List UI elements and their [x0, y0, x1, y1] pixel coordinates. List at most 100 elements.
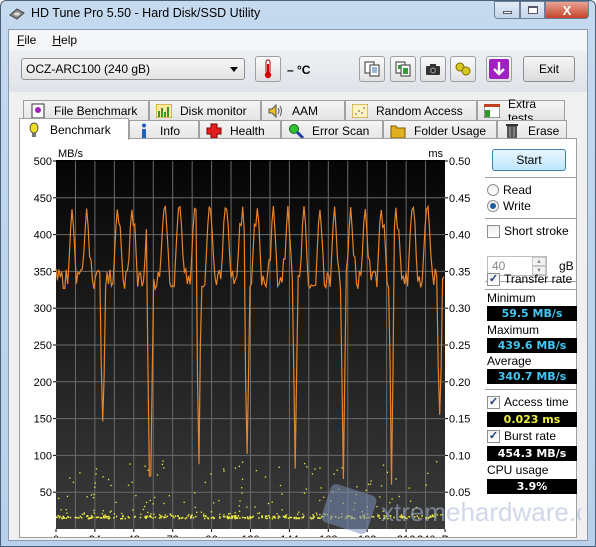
menu-bar: File Help [9, 30, 587, 50]
start-button[interactable]: Start [492, 149, 566, 171]
toolbar: OCZ-ARC100 (240 gB) – °C Exit [9, 50, 587, 92]
access-time-point [380, 485, 383, 487]
access-time-point [92, 516, 94, 519]
access-time-point [170, 515, 173, 517]
access-time-point [147, 469, 149, 471]
tab-disk-monitor[interactable]: Disk monitor [149, 100, 261, 120]
access-time-point [427, 517, 430, 519]
access-time-check-indicator[interactable]: ✓ [487, 395, 500, 409]
client-area: File Help OCZ-ARC100 (240 gB) – °C Exit … [8, 29, 588, 541]
access-time-point [371, 515, 373, 518]
access-time-point [90, 515, 93, 517]
access-time-point [115, 515, 118, 518]
tab-aam[interactable]: AAM [261, 100, 345, 120]
radio-write[interactable]: Write [487, 199, 531, 213]
access-time-point [393, 516, 395, 519]
tab-info[interactable]: Info [129, 120, 199, 140]
y2-tick-label: 0.45 [449, 193, 470, 205]
benchmark-panel: MB/s ms 500 450 400 350 300 250 200 150 100 50 0.50 0… [19, 138, 577, 538]
access-time-point [427, 472, 429, 475]
access-time-point [241, 516, 244, 519]
tab-file-benchmark[interactable]: File Benchmark [23, 100, 149, 120]
copy-screenshot-button[interactable] [390, 56, 416, 82]
speaker-icon [268, 103, 284, 119]
minimize-icon [502, 10, 512, 14]
tab-benchmark[interactable]: Benchmark [19, 118, 129, 140]
short-stroke-checkbox[interactable]: Short stroke [487, 224, 569, 238]
burst-rate-checkbox[interactable]: ✓ Burst rate [487, 429, 556, 443]
menu-file[interactable]: File [9, 33, 44, 47]
access-time-label: Access time [504, 395, 569, 409]
access-time-point [258, 512, 261, 514]
tab-health[interactable]: Health [199, 120, 281, 140]
tab-error-scan-label: Error Scan [312, 123, 370, 138]
x-tick-label: 48 [128, 534, 140, 537]
copy-text-button[interactable] [359, 56, 385, 82]
transfer-rate-check-indicator[interactable]: ✓ [487, 272, 500, 286]
access-time-point [431, 514, 433, 516]
title-bar[interactable]: HD Tune Pro 5.50 - Hard Disk/SSD Utility… [1, 1, 595, 27]
tab-erase[interactable]: Erase [497, 120, 567, 140]
minimize-button[interactable] [494, 1, 520, 19]
tab-health-label: Health [230, 123, 265, 138]
access-time-point [278, 466, 280, 468]
close-button[interactable]: X [545, 1, 589, 19]
access-time-point [104, 514, 106, 516]
access-time-point [188, 513, 190, 516]
access-time-point [273, 515, 275, 518]
access-time-point [239, 500, 241, 502]
access-time-point [180, 517, 183, 519]
drive-select[interactable]: OCZ-ARC100 (240 gB) [21, 58, 245, 80]
save-button[interactable] [486, 56, 512, 82]
temperature-readout: – °C [287, 63, 311, 77]
access-time-point [282, 515, 285, 518]
tab-folder-usage[interactable]: Folder Usage [383, 120, 497, 140]
access-time-point [298, 511, 300, 513]
folder-icon [390, 123, 406, 139]
drive-select-value: OCZ-ARC100 (240 gB) [26, 62, 151, 76]
access-time-point [389, 515, 392, 517]
access-time-point [239, 517, 241, 519]
burst-rate-value: 454.3 MB/s [487, 446, 577, 461]
exit-button[interactable]: Exit [523, 56, 575, 82]
access-time-point [110, 484, 112, 487]
access-time-point [306, 466, 308, 468]
access-time-point [349, 515, 351, 517]
access-time-point [79, 472, 81, 474]
access-time-point [158, 517, 161, 519]
access-time-point [387, 517, 389, 520]
tab-random-access[interactable]: Random Access [345, 100, 477, 120]
maximize-button[interactable] [520, 1, 545, 19]
access-time-point [204, 481, 207, 484]
access-time-point [342, 502, 344, 504]
transfer-rate-checkbox[interactable]: ✓ Transfer rate [487, 272, 572, 286]
y-tick-label: 400 [34, 230, 52, 242]
access-time-point [67, 516, 69, 518]
menu-help[interactable]: Help [44, 33, 85, 47]
access-time-point [193, 492, 196, 494]
access-time-point [210, 511, 213, 513]
access-time-point [196, 511, 198, 513]
burst-rate-check-indicator[interactable]: ✓ [487, 429, 500, 443]
access-time-point [72, 481, 75, 483]
access-time-point [436, 508, 439, 510]
tab-error-scan[interactable]: Error Scan [281, 120, 383, 140]
short-stroke-check-indicator[interactable] [487, 224, 500, 238]
tab-extra-tests[interactable]: Extra tests [477, 97, 565, 125]
access-time-point [323, 496, 325, 498]
radio-read[interactable]: Read [487, 183, 532, 197]
access-time-point [399, 515, 401, 518]
access-time-point [293, 517, 296, 520]
temperature-button[interactable] [255, 56, 281, 82]
options-button[interactable] [450, 56, 476, 82]
access-time-checkbox[interactable]: ✓ Access time [487, 395, 569, 409]
radio-read-indicator[interactable] [487, 184, 499, 196]
access-time-point [238, 465, 241, 468]
screenshot-button[interactable] [420, 56, 446, 82]
radio-write-indicator[interactable] [487, 200, 499, 212]
access-time-point [185, 516, 188, 519]
menu-help-accel: H [52, 33, 62, 47]
access-time-point [156, 474, 159, 476]
access-time-point [235, 515, 237, 517]
spin-up-button[interactable]: ▲ [532, 257, 546, 266]
